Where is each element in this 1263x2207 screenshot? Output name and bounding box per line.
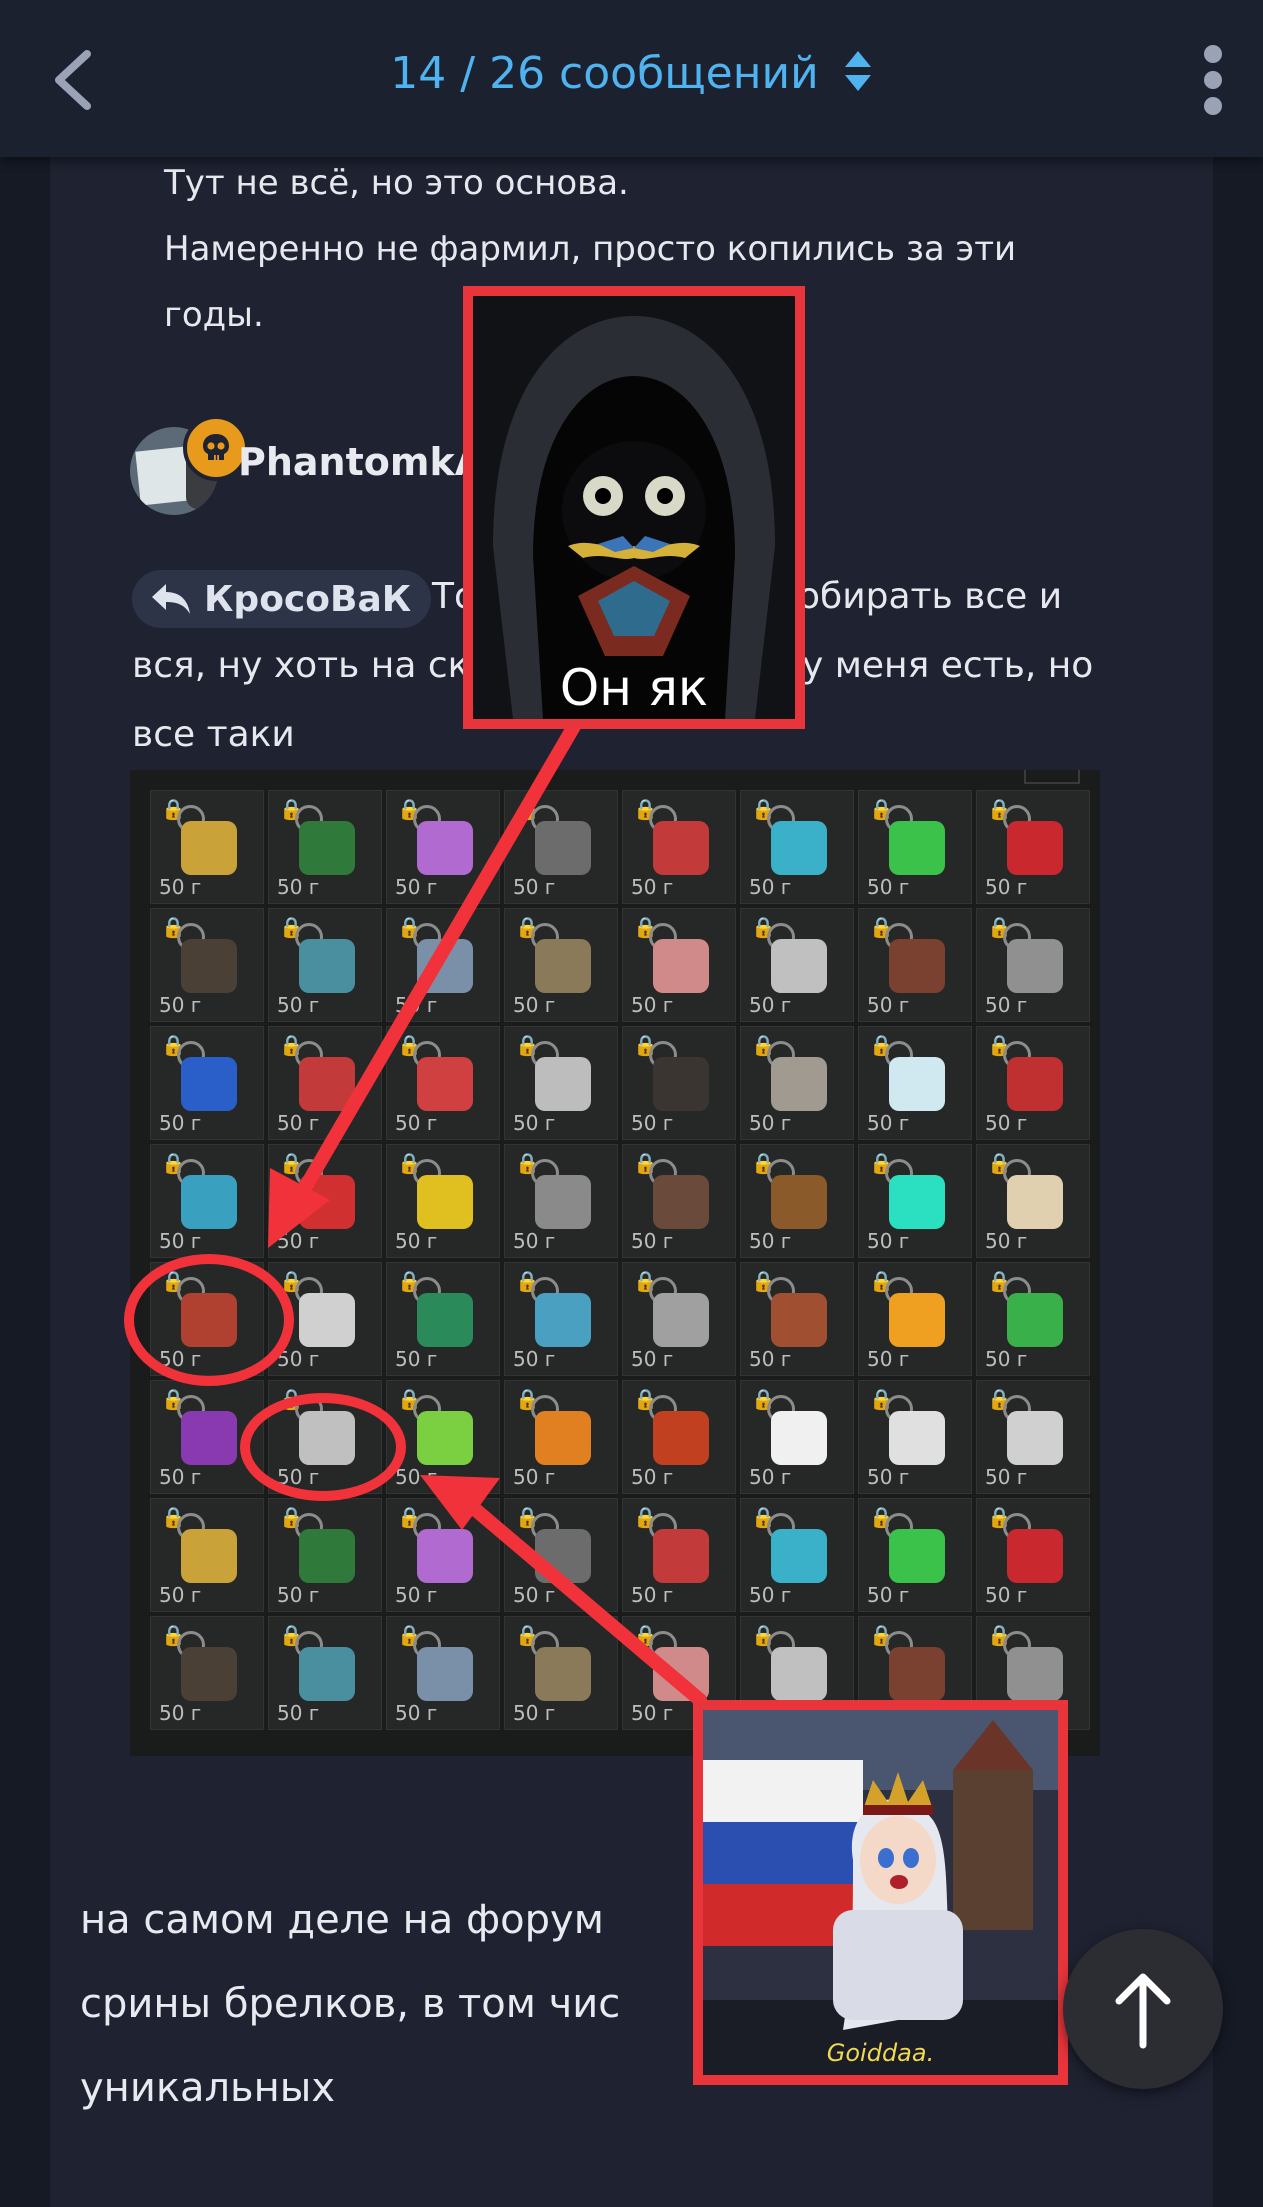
up-down-arrows-icon — [843, 49, 873, 104]
post-text-line: срины брелков, в том чис — [80, 1981, 621, 2027]
post-text-line: уникальных — [80, 2065, 336, 2111]
scroll-to-top-button[interactable] — [1063, 1929, 1223, 2089]
thread-position-selector[interactable]: 14 / 26 сообщений — [0, 48, 1263, 104]
post-text-line: на самом деле на форум — [80, 1897, 604, 1943]
menu-button[interactable] — [1183, 40, 1243, 120]
page-title: 14 / 26 сообщений — [390, 48, 819, 99]
top-bar: 14 / 26 сообщений — [0, 0, 1263, 157]
hooded-cat-picture — [473, 296, 795, 719]
meme-caption: Он як — [559, 659, 709, 717]
vertical-dots-icon — [1204, 45, 1222, 115]
meme-image-hooded-cat[interactable]: Он як — [463, 286, 805, 729]
arrow-up-icon — [1115, 1973, 1171, 2049]
